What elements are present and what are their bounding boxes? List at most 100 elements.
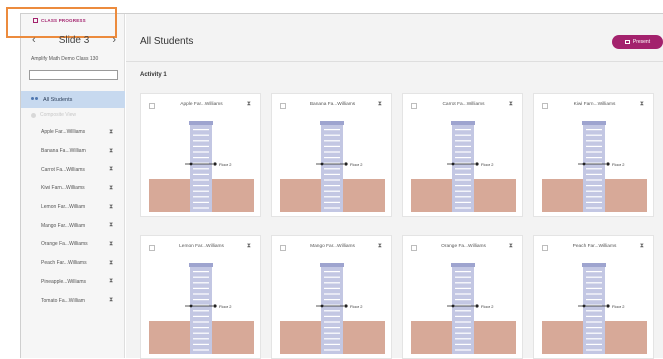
- class-name: Amplify Math Demo Class 130: [31, 56, 99, 62]
- floor-marker: [320, 304, 324, 308]
- student-card[interactable]: Banana Fa...Williams ⧗ Floor 2: [271, 93, 392, 217]
- floor-label: Floor 2: [612, 162, 625, 167]
- floor-label: Floor 2: [219, 162, 232, 167]
- hourglass-icon: ⧗: [377, 243, 382, 249]
- student-card[interactable]: Kiwi Farn...Williams ⧗ Floor 2: [533, 93, 654, 217]
- floor-label: Floor 2: [350, 304, 363, 309]
- building-thumbnail: Floor 2: [411, 259, 516, 354]
- building-thumbnail: Floor 2: [411, 117, 516, 212]
- student-list-item[interactable]: Banana Fa...William ⧗: [21, 142, 125, 161]
- chevron-left-icon[interactable]: ‹: [28, 34, 40, 46]
- tower-cap: [320, 121, 344, 125]
- tower-cap: [189, 263, 213, 267]
- student-list-item[interactable]: Pineapple...Williams ⧗: [21, 273, 125, 292]
- sidebar-item-all-students[interactable]: All Students: [21, 91, 125, 108]
- hourglass-icon: ⧗: [377, 101, 382, 107]
- student-name: Lemon Far...William: [41, 204, 86, 211]
- tower-cap: [582, 121, 606, 125]
- floor-marker: [344, 162, 348, 166]
- hourglass-icon: ⧗: [109, 128, 114, 135]
- hourglass-icon: ⧗: [109, 166, 114, 173]
- student-list-item[interactable]: Apple Far...Williams ⧗: [21, 123, 125, 142]
- hourglass-icon: ⧗: [109, 222, 114, 229]
- student-list-item[interactable]: Orange Fa...Williams ⧗: [21, 235, 125, 254]
- student-list-item[interactable]: Kiwi Farn...Williams ⧗: [21, 179, 125, 198]
- building-thumbnail: Floor 2: [280, 117, 385, 212]
- student-card[interactable]: Peach Far...Williams ⧗ Floor 2: [533, 235, 654, 359]
- student-list-item[interactable]: Lemon Far...William ⧗: [21, 198, 125, 217]
- hourglass-icon: ⧗: [508, 101, 513, 107]
- hourglass-icon: ⧗: [109, 240, 114, 247]
- student-name: Pineapple...Williams: [41, 278, 87, 285]
- floor-marker: [582, 304, 586, 308]
- floor-label: Floor 2: [350, 162, 363, 167]
- hourglass-icon: ⧗: [109, 259, 114, 266]
- activity-heading: Activity 1: [140, 72, 167, 78]
- student-name: Orange Fa...Williams: [41, 241, 88, 248]
- student-list: Apple Far...Williams ⧗ Banana Fa...Willia…: [21, 123, 125, 310]
- building-thumbnail: Floor 2: [280, 259, 385, 354]
- card-student-name: Kiwi Farn...Williams: [573, 102, 616, 107]
- floor-marker: [475, 304, 479, 308]
- chevron-right-icon[interactable]: ›: [108, 34, 120, 46]
- hourglass-icon: ⧗: [109, 297, 114, 304]
- building-thumbnail: Floor 2: [149, 259, 254, 354]
- slide-label: Slide 3: [58, 34, 90, 46]
- student-name: Banana Fa...William: [41, 148, 86, 155]
- hourglass-icon: ⧗: [639, 243, 644, 249]
- building-thumbnail: Floor 2: [542, 259, 647, 354]
- people-icon: [31, 97, 38, 102]
- card-student-name: Lemon Far...Williams: [179, 244, 224, 249]
- student-list-item[interactable]: Carrot Fa...Williams ⧗: [21, 160, 125, 179]
- hourglass-icon: ⧗: [246, 101, 251, 107]
- tower-cap: [582, 263, 606, 267]
- card-student-name: Carrot Fa...Williams: [442, 102, 485, 107]
- slide-navigator: ‹ Slide 3 ›: [28, 33, 120, 47]
- student-card[interactable]: Lemon Far...Williams ⧗ Floor 2: [140, 235, 261, 359]
- hourglass-icon: ⧗: [639, 101, 644, 107]
- card-student-name: Apple Far...Williams: [180, 102, 223, 107]
- student-list-item[interactable]: Mango Far...William ⧗: [21, 216, 125, 235]
- floor-marker: [189, 304, 193, 308]
- student-list-item[interactable]: Tomato Fa...William ⧗: [21, 291, 125, 310]
- hourglass-icon: ⧗: [508, 243, 513, 249]
- tower-cap: [320, 263, 344, 267]
- student-name: Tomato Fa...William: [41, 297, 85, 304]
- student-name: Peach Far...Williams: [41, 260, 87, 267]
- building-thumbnail: Floor 2: [542, 117, 647, 212]
- present-label: Present: [632, 39, 651, 45]
- floor-marker: [451, 162, 455, 166]
- floor-marker: [606, 304, 610, 308]
- hourglass-icon: ⧗: [109, 278, 114, 285]
- page-title: All Students: [140, 36, 194, 47]
- tower-cap: [451, 121, 475, 125]
- composite-view-item: Composite View: [31, 112, 76, 118]
- card-student-name: Orange Fa...Williams: [441, 244, 486, 249]
- floor-marker: [475, 162, 479, 166]
- floor-label: Floor 2: [612, 304, 625, 309]
- student-name: Mango Far...William: [41, 222, 86, 229]
- student-list-item[interactable]: Peach Far...Williams ⧗: [21, 254, 125, 273]
- card-student-name: Peach Far...Williams: [572, 244, 617, 249]
- hourglass-icon: ⧗: [109, 203, 114, 210]
- tower-cap: [189, 121, 213, 125]
- student-name: Kiwi Farn...Williams: [41, 185, 85, 192]
- floor-marker: [606, 162, 610, 166]
- student-card[interactable]: Carrot Fa...Williams ⧗ Floor 2: [402, 93, 523, 217]
- floor-marker: [320, 162, 324, 166]
- present-button[interactable]: Present: [612, 35, 663, 49]
- floor-marker: [451, 304, 455, 308]
- floor-marker: [582, 162, 586, 166]
- floor-marker: [344, 304, 348, 308]
- floor-label: Floor 2: [481, 304, 494, 309]
- student-card[interactable]: Apple Far...Williams ⧗ Floor 2: [140, 93, 261, 217]
- hourglass-icon: ⧗: [109, 184, 114, 191]
- student-search-input[interactable]: [29, 70, 118, 80]
- student-card[interactable]: Mango Far...Williams ⧗ Floor 2: [271, 235, 392, 359]
- composite-view-label: Composite View: [40, 112, 77, 118]
- floor-label: Floor 2: [219, 304, 232, 309]
- student-card[interactable]: Orange Fa...Williams ⧗ Floor 2: [402, 235, 523, 359]
- building-thumbnail: Floor 2: [149, 117, 254, 212]
- student-name: Carrot Fa...Williams: [41, 166, 85, 173]
- composite-icon: [31, 112, 36, 118]
